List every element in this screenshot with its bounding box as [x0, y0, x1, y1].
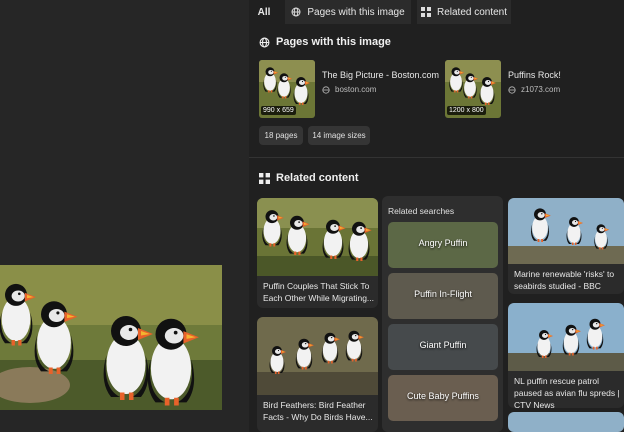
pages-count-chip[interactable]: 18 pages — [259, 126, 303, 145]
related-searches-title: Related searches — [388, 206, 455, 216]
card-caption: Bird Feathers: Bird Feather Facts - Why … — [263, 400, 373, 422]
main-puffin-image[interactable] — [0, 265, 222, 410]
related-search-label: Puffin In-Flight — [414, 289, 472, 299]
related-search-label: Cute Baby Puffins — [407, 391, 479, 401]
tab-pages-with-image[interactable]: Pages with this image — [285, 0, 411, 24]
site-name: z1073.com — [521, 85, 561, 94]
pages-globe-icon — [259, 37, 270, 47]
page-title[interactable]: The Big Picture - Boston.com — [322, 70, 439, 80]
page-title[interactable]: Puffins Rock! — [508, 70, 561, 80]
related-searches-panel: Related searches Angry Puffin Puffin In-… — [382, 196, 503, 432]
site-globe-icon — [508, 85, 516, 94]
related-card-2[interactable]: Bird Feathers: Bird Feather Facts - Why … — [257, 317, 378, 432]
image-size-label: 1200 x 800 — [447, 106, 486, 115]
related-search-giant-puffin[interactable]: Giant Puffin — [388, 324, 498, 370]
pages-count-label: 18 pages — [264, 131, 298, 140]
image-sizes-label: 14 image sizes — [312, 131, 366, 140]
tab-all-label: All — [257, 6, 271, 18]
related-card-1[interactable]: Puffin Couples That Stick To Each Other … — [257, 198, 378, 308]
image-sizes-chip[interactable]: 14 image sizes — [308, 126, 370, 145]
pages-section-title: Pages with this image — [259, 36, 391, 48]
tab-bar: All Pages with this image Related conten… — [249, 0, 624, 24]
related-search-puffin-in-flight[interactable]: Puffin In-Flight — [388, 273, 498, 319]
related-section-title: Related content — [259, 172, 359, 184]
related-grid-icon — [420, 7, 431, 17]
tab-related-content[interactable]: Related content — [417, 0, 511, 24]
pages-globe-icon — [291, 7, 301, 17]
card-caption: Marine renewable 'risks' to seabirds stu… — [514, 269, 615, 294]
page-result-1[interactable]: 990 x 659 The Big Picture - Boston.com b… — [259, 60, 439, 118]
related-search-angry-puffin[interactable]: Angry Puffin — [388, 222, 498, 268]
site-name: boston.com — [335, 85, 377, 94]
tab-all[interactable]: All — [249, 0, 279, 24]
related-card-4[interactable]: NL puffin rescue patrol paused as avian … — [508, 303, 624, 408]
page-thumbnail: 990 x 659 — [259, 60, 315, 118]
card-caption: Puffin Couples That Stick To Each Other … — [263, 281, 375, 303]
tab-pages-label: Pages with this image — [307, 6, 405, 18]
image-size-label: 990 x 659 — [261, 106, 296, 115]
page-site: boston.com — [322, 85, 376, 94]
page-site: z1073.com — [508, 85, 560, 94]
related-card-3[interactable]: Marine renewable 'risks' to seabirds stu… — [508, 198, 624, 294]
site-globe-icon — [322, 85, 330, 94]
related-card-5[interactable] — [508, 412, 624, 432]
page-thumbnail: 1200 x 800 — [445, 60, 501, 118]
results-panel: All Pages with this image Related conten… — [249, 0, 624, 432]
tab-related-label: Related content — [436, 6, 508, 18]
section-divider — [249, 157, 624, 158]
card-caption: NL puffin rescue patrol paused as avian … — [514, 376, 620, 408]
related-search-label: Giant Puffin — [419, 340, 467, 350]
related-grid-icon — [259, 172, 270, 184]
pages-section-title-text: Pages with this image — [276, 36, 391, 48]
related-search-label: Angry Puffin — [418, 238, 468, 248]
related-search-cute-baby-puffins[interactable]: Cute Baby Puffins — [388, 375, 498, 421]
page-result-2[interactable]: 1200 x 800 Puffins Rock! z1073.com — [445, 60, 623, 118]
related-section-title-text: Related content — [276, 172, 359, 184]
image-preview-pane — [0, 0, 249, 432]
